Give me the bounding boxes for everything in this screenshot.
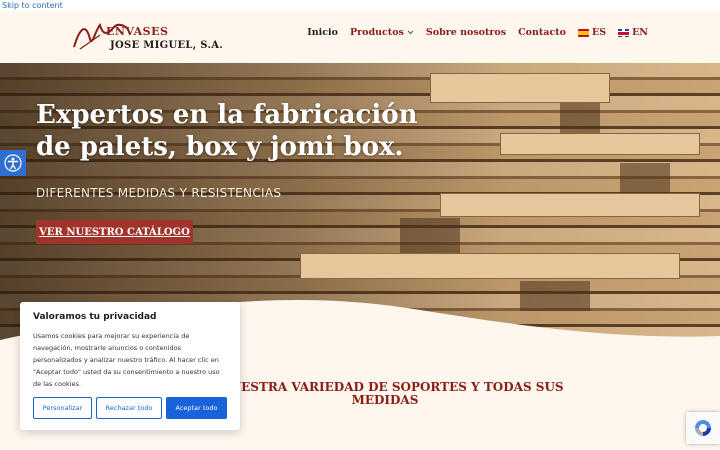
- nav-item-sobre-nosotros[interactable]: Sobre nosotros: [426, 27, 506, 38]
- nav-item-contacto[interactable]: Contacto: [518, 27, 566, 38]
- chevron-down-icon: [407, 30, 414, 35]
- hero-subtitle: DIFERENTES MEDIDAS Y RESISTENCIAS: [36, 186, 282, 200]
- pallet-plank: [430, 73, 610, 103]
- accessibility-icon: [4, 154, 22, 172]
- es-flag-icon: [577, 28, 589, 37]
- site-logo[interactable]: ENVASES JOSE MIGUEL, S.A.: [70, 17, 223, 61]
- nav-label-inicio: Inicio: [307, 27, 338, 38]
- pallet-plank: [440, 193, 700, 217]
- pallet-gap: [560, 103, 600, 133]
- nav-label-productos: Productos: [349, 27, 404, 38]
- pallet-gap: [620, 163, 670, 193]
- site-header: ENVASES JOSE MIGUEL, S.A. Inicio Product…: [0, 11, 720, 63]
- lang-es-label: ES: [591, 27, 607, 38]
- lang-en-label: EN: [632, 27, 648, 38]
- view-catalog-button[interactable]: VER NUESTRO CATÁLOGO: [36, 220, 193, 244]
- logo-text-envases: ENVASES: [106, 25, 169, 38]
- lang-es-link[interactable]: ES: [577, 27, 607, 38]
- recaptcha-icon: [695, 420, 711, 436]
- cookie-description: Usamos cookies para mejorar su experienc…: [33, 332, 220, 388]
- pallet-plank: [300, 253, 680, 279]
- cookie-accept-button[interactable]: Aceptar todo: [166, 397, 227, 419]
- accessibility-button[interactable]: [0, 150, 26, 176]
- cookie-title: Valoramos tu privacidad: [33, 312, 157, 322]
- nav-item-inicio[interactable]: Inicio: [307, 27, 338, 38]
- section-heading: E NUESTRA VARIEDAD DE SOPORTES Y TODAS S…: [206, 380, 564, 407]
- recaptcha-badge[interactable]: [686, 412, 720, 444]
- nav-label-contacto: Contacto: [518, 27, 566, 38]
- gb-flag-icon: [618, 28, 630, 37]
- cookie-customize-button[interactable]: Personalizar: [33, 397, 92, 419]
- main-nav: Inicio Productos Sobre nosotros Contacto…: [307, 27, 648, 38]
- hero-title: Expertos en la fabricación de palets, bo…: [36, 100, 418, 162]
- logo-text-company: JOSE MIGUEL, S.A.: [110, 40, 224, 51]
- cookie-reject-button[interactable]: Rechazar todo: [96, 397, 162, 419]
- pallet-gap: [400, 218, 460, 253]
- skip-to-content-link[interactable]: Skip to content: [0, 0, 65, 11]
- cookie-consent-banner: Valoramos tu privacidad Usamos cookies p…: [20, 302, 240, 430]
- pallet-plank: [500, 133, 700, 155]
- cookie-actions: Personalizar Rechazar todo Aceptar todo: [33, 397, 227, 419]
- nav-item-productos[interactable]: Productos: [350, 27, 414, 38]
- lang-en-link[interactable]: EN: [618, 27, 648, 38]
- nav-label-sobre-nosotros: Sobre nosotros: [425, 27, 507, 38]
